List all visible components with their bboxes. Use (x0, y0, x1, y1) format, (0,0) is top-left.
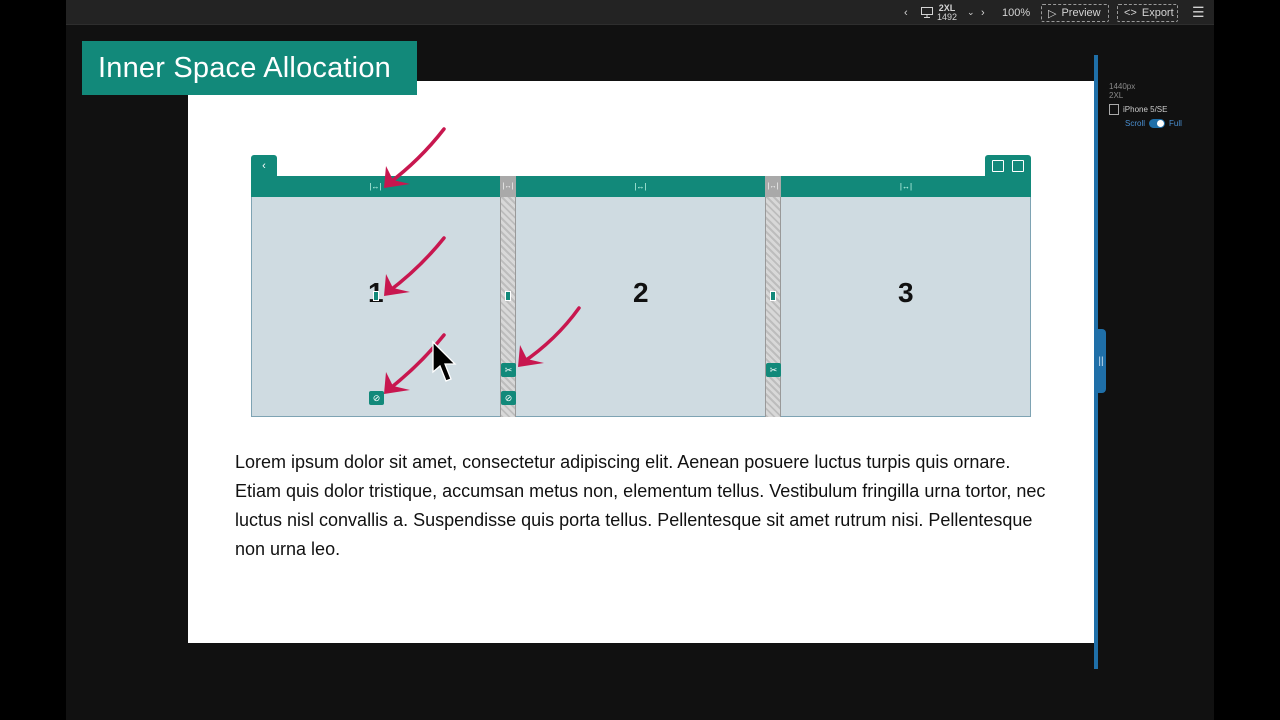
scroll-full-toggle[interactable] (1149, 119, 1166, 128)
column-width-icon[interactable]: |↔| (251, 176, 500, 197)
device-panel: 1440px 2XL iPhone 5/SE Scroll Full (1109, 82, 1182, 128)
scroll-label: Scroll (1125, 119, 1146, 128)
eye-off-icon[interactable]: ⊘ (369, 391, 384, 405)
padding-marker[interactable] (505, 291, 511, 301)
top-toolbar: ‹ 2XL 1492 ⌄ › 100% ▷ Preview <> Export … (66, 0, 1214, 25)
full-label: Full (1169, 119, 1182, 128)
size-label: 2XL (1109, 91, 1124, 100)
app-window: ‹ 2XL 1492 ⌄ › 100% ▷ Preview <> Export … (66, 0, 1214, 720)
preview-label: Preview (1061, 7, 1101, 19)
device-width: 1492 (937, 11, 958, 22)
padding-marker[interactable] (770, 291, 776, 301)
layout-icon[interactable] (992, 160, 1005, 172)
export-button[interactable]: <> Export (1117, 4, 1178, 22)
chevron-left-icon[interactable]: ‹ (904, 0, 908, 25)
canvas-area: ‹ |↔| |↔| |↔| |↔| |↔| 1 2 3 (66, 25, 1214, 720)
scissors-icon[interactable]: ✂ (501, 363, 516, 377)
column-width-icon[interactable]: |↔| (781, 176, 1031, 197)
play-icon: ▷ (1048, 7, 1057, 20)
hamburger-menu-icon[interactable]: ☰ (1192, 0, 1205, 25)
info-icon[interactable] (1011, 160, 1024, 172)
device-selector[interactable]: 2XL 1492 (937, 0, 957, 25)
device-row[interactable]: iPhone 5/SE (1109, 104, 1182, 115)
scissors-icon[interactable]: ✂ (766, 363, 781, 377)
mock-tools (985, 155, 1031, 177)
gutter-width-icon[interactable]: |↔| (765, 176, 781, 197)
chevron-right-icon[interactable]: › (981, 0, 985, 25)
page-preview: ‹ |↔| |↔| |↔| |↔| |↔| 1 2 3 (188, 81, 1094, 643)
code-icon: <> (1124, 7, 1137, 19)
padding-marker[interactable] (373, 291, 379, 301)
column-number: 3 (898, 277, 914, 308)
chevron-down-icon[interactable]: ⌄ (967, 0, 975, 25)
scroll-toggle-row: Scroll Full (1109, 119, 1182, 128)
zoom-level[interactable]: 100% (1002, 0, 1030, 25)
column-width-icon[interactable]: |↔| (516, 176, 765, 197)
export-label: Export (1141, 7, 1174, 19)
gutter-width-icon[interactable]: |↔| (500, 176, 516, 197)
monitor-icon (921, 0, 933, 25)
preview-button[interactable]: ▷ Preview (1041, 4, 1109, 22)
column-number: 2 (633, 277, 649, 308)
width-label: 1440px (1109, 82, 1136, 91)
eye-off-icon[interactable]: ⊘ (501, 391, 516, 405)
device-name: iPhone 5/SE (1123, 105, 1168, 114)
title-banner: Inner Space Allocation (82, 41, 417, 95)
body-paragraph: Lorem ipsum dolor sit amet, consectetur … (235, 452, 1046, 559)
phone-icon (1109, 104, 1119, 115)
resize-grip-icon[interactable]: || (1096, 329, 1106, 393)
back-chevron-icon[interactable]: ‹ (251, 155, 277, 177)
column-layout-mock: ‹ |↔| |↔| |↔| |↔| |↔| 1 2 3 (251, 155, 1031, 417)
